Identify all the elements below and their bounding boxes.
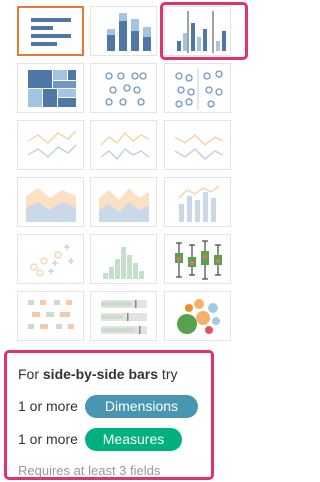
tile-treemap[interactable] [17, 63, 84, 113]
histogram-icon [103, 247, 144, 279]
side-by-side-circles-icon [175, 68, 223, 110]
measures-pill: Measures [85, 428, 182, 451]
circle-views-icon [105, 72, 147, 106]
dual-combination-icon [178, 185, 220, 222]
lines-discrete-icon [100, 132, 150, 160]
gantt-chart-icon [28, 300, 74, 329]
tile-area-continuous[interactable] [17, 177, 84, 227]
text-table-icon [31, 18, 71, 46]
hint-chart-name: side-by-side bars [42, 366, 159, 382]
hint-dimensions-prefix: 1 or more [18, 398, 78, 414]
tile-gantt-chart[interactable] [17, 291, 84, 341]
tile-area-discrete[interactable] [90, 177, 157, 227]
tile-bullet-graph[interactable] [90, 291, 157, 341]
hint-suffix: try [158, 366, 178, 382]
tile-circle-views[interactable] [90, 63, 157, 113]
bullet-graph-icon [101, 300, 147, 334]
dual-lines-icon [174, 134, 224, 160]
dimensions-pill: Dimensions [85, 395, 198, 418]
tile-stacked-bars[interactable] [90, 6, 157, 56]
tile-lines-continuous[interactable] [17, 120, 84, 170]
tile-text-table[interactable] [17, 6, 84, 56]
tile-side-by-side-circles[interactable] [164, 63, 231, 113]
tile-dual-combination[interactable] [164, 177, 231, 227]
box-and-whisker-icon [175, 240, 222, 280]
hint-chart-line: For side-by-side bars try [18, 366, 178, 382]
stacked-bars-icon [107, 13, 151, 51]
hint-measures-prefix: 1 or more [18, 431, 78, 447]
tile-dual-lines[interactable] [164, 120, 231, 170]
treemap-icon [28, 70, 76, 107]
tile-scatter-plot[interactable] [17, 234, 84, 284]
tile-box-and-whisker[interactable] [164, 234, 231, 284]
area-discrete-icon [99, 188, 149, 222]
side-by-side-highlight [160, 2, 248, 60]
tile-lines-discrete[interactable] [90, 120, 157, 170]
tile-histogram[interactable] [90, 234, 157, 284]
tile-packed-bubbles[interactable] [164, 291, 231, 341]
requirements-footer: Requires at least 3 fields [18, 463, 161, 478]
area-continuous-icon [26, 188, 76, 222]
packed-bubbles-icon [177, 299, 220, 334]
hint-prefix: For [18, 366, 43, 382]
scatter-plot-icon [30, 244, 74, 277]
lines-continuous-icon [27, 130, 77, 158]
